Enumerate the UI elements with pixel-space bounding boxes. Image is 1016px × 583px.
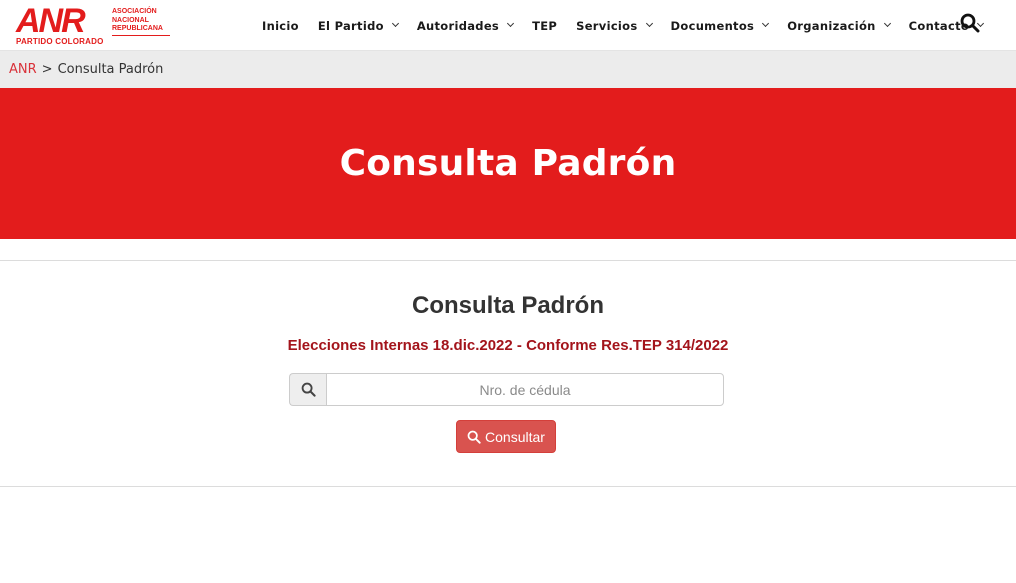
chevron-down-icon — [645, 19, 653, 28]
nav-item-organizacion[interactable]: Organización — [787, 19, 891, 33]
logo-line-3: REPUBLICANA — [112, 25, 163, 32]
search-icon — [289, 373, 326, 406]
nav-item-tep[interactable]: TEP — [532, 19, 557, 33]
section-divider-top — [0, 260, 1016, 261]
chevron-down-icon — [883, 19, 891, 28]
breadcrumb-current: Consulta Padrón — [57, 62, 164, 77]
breadcrumb: ANR > Consulta Padrón — [0, 51, 1016, 88]
nav-item-documentos[interactable]: Documentos — [671, 19, 770, 33]
nav-item-servicios[interactable]: Servicios — [576, 19, 653, 33]
nav-item-autoridades[interactable]: Autoridades — [417, 19, 515, 33]
chevron-down-icon — [507, 19, 515, 28]
hero-title: Consulta Padrón — [339, 143, 677, 184]
breadcrumb-home-link[interactable]: ANR — [9, 62, 37, 77]
main-nav: Inicio El Partido Autoridades TEP Servic… — [262, 0, 1002, 51]
logo-tagline: PARTIDO COLORADO — [16, 37, 104, 46]
chevron-down-icon — [762, 19, 770, 28]
cedula-input-group — [289, 373, 724, 406]
logo-line-2: NACIONAL — [112, 16, 149, 24]
consultar-label: Consultar — [485, 428, 545, 445]
site-header: ANR ASOCIACIÓN NACIONAL REPUBLICANA PART… — [0, 0, 1016, 51]
cedula-input[interactable] — [326, 373, 724, 406]
logo-mark: ANR — [16, 2, 86, 40]
nav-item-el-partido[interactable]: El Partido — [318, 19, 399, 33]
nav-item-inicio[interactable]: Inicio — [262, 19, 299, 33]
logo-line-1: ASOCIACIÓN — [112, 8, 157, 15]
anr-logo[interactable]: ANR ASOCIACIÓN NACIONAL REPUBLICANA PART… — [16, 2, 176, 48]
logo-divider — [112, 35, 170, 36]
chevron-down-icon — [391, 19, 399, 28]
consultar-button[interactable]: Consultar — [456, 420, 556, 453]
search-icon[interactable] — [960, 13, 982, 35]
form-subtitle: Elecciones Internas 18.dic.2022 - Confor… — [287, 337, 729, 354]
logo-lines: ASOCIACIÓN NACIONAL REPUBLICANA — [112, 8, 163, 34]
hero-banner: Consulta Padrón — [0, 88, 1016, 239]
breadcrumb-separator: > — [41, 62, 53, 77]
form-title: Consulta Padrón — [411, 292, 604, 319]
section-divider-bottom — [0, 486, 1016, 487]
search-icon — [467, 430, 481, 444]
